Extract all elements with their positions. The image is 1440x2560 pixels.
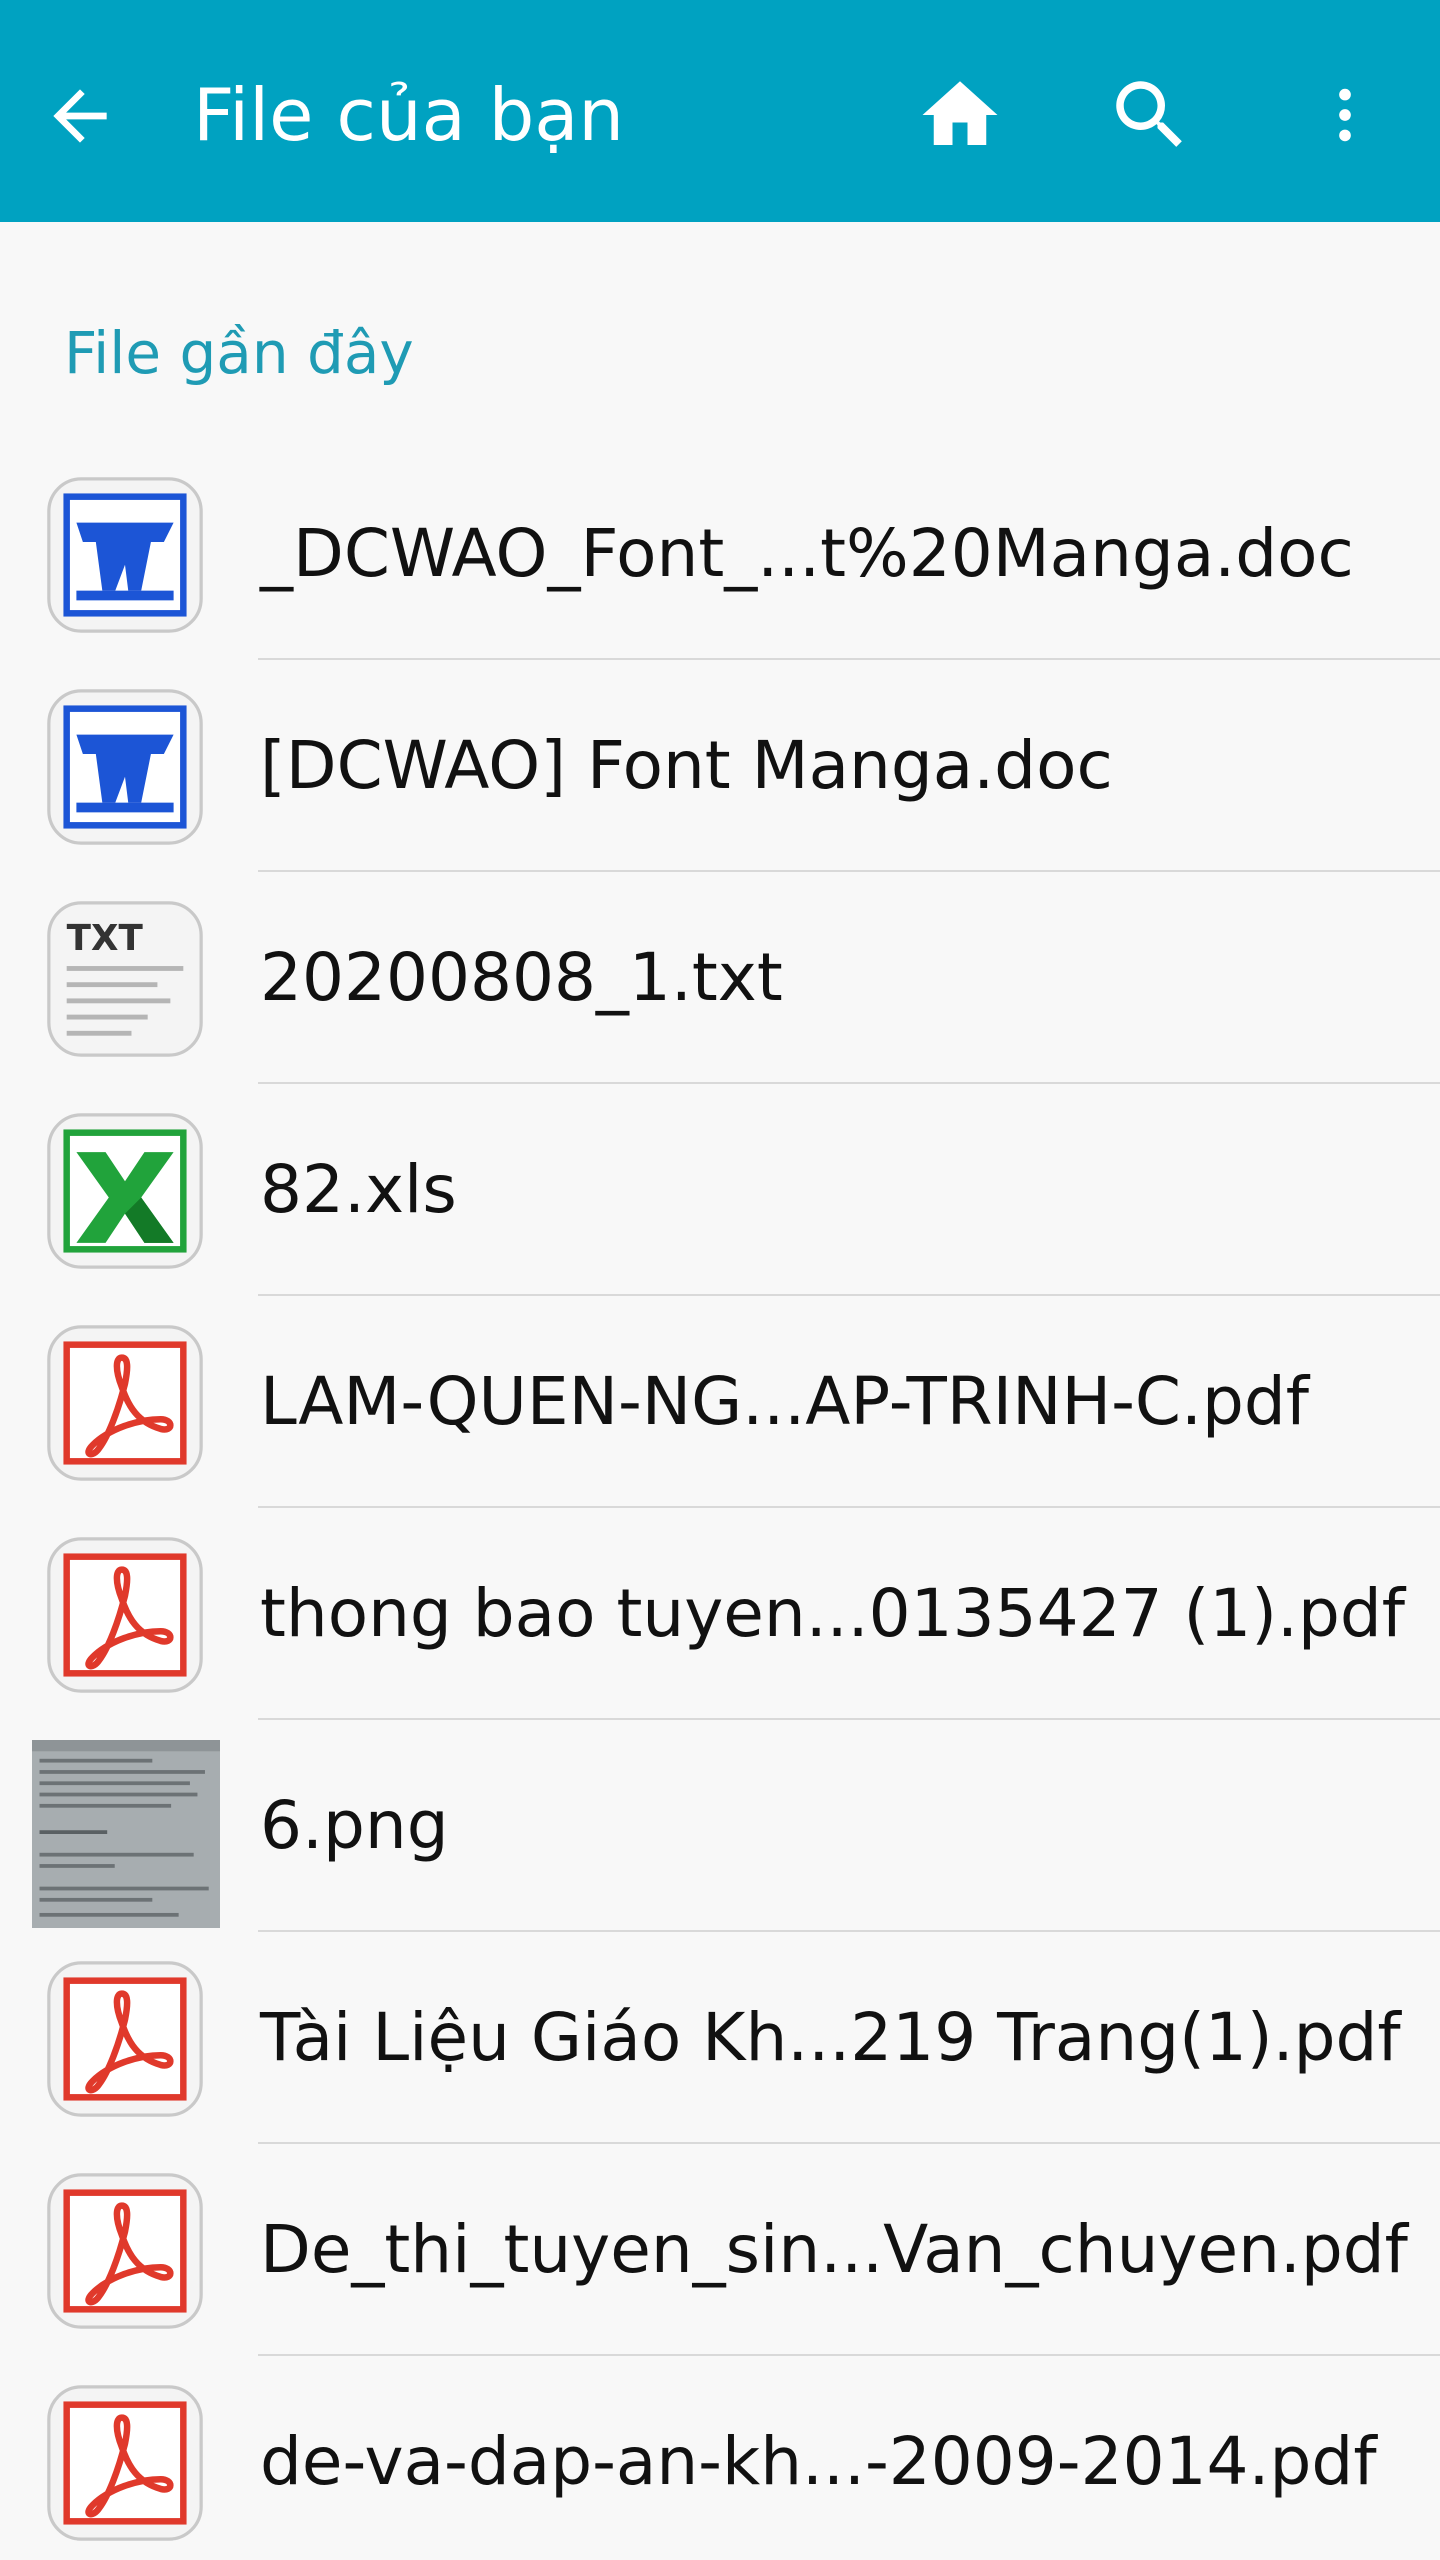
pdf-file-icon <box>44 1322 206 1484</box>
image-thumbnail <box>32 1740 220 1928</box>
text-file-icon: TXT <box>44 898 206 1060</box>
file-name: 20200808_1.txt <box>260 939 783 1016</box>
file-name: de-va-dap-an-kh...-2009-2014.pdf <box>260 2423 1377 2500</box>
list-item[interactable]: _DCWAO_Font_...t%20Manga.doc <box>0 448 1440 660</box>
list-item[interactable]: TXT 20200808_1.txt <box>0 872 1440 1084</box>
file-name: thong bao tuyen...0135427 (1).pdf <box>260 1575 1406 1652</box>
pdf-file-icon <box>44 1534 206 1696</box>
page-title: File của bạn <box>193 73 625 157</box>
recent-files-list: _DCWAO_Font_...t%20Manga.doc [DCWAO] Fon… <box>0 448 1440 2560</box>
pdf-file-icon <box>44 2170 206 2332</box>
recent-files-header: File gần đây <box>64 319 414 387</box>
file-name: De_thi_tuyen_sin...Van_chuyen.pdf <box>260 2211 1408 2288</box>
pdf-file-icon <box>44 1958 206 2120</box>
list-item[interactable]: 82.xls <box>0 1084 1440 1296</box>
back-arrow-icon[interactable] <box>40 76 120 156</box>
list-item[interactable]: De_thi_tuyen_sin...Van_chuyen.pdf <box>0 2144 1440 2356</box>
list-item[interactable]: Tài Liệu Giáo Kh...219 Trang(1).pdf <box>0 1932 1440 2144</box>
list-item[interactable]: thong bao tuyen...0135427 (1).pdf <box>0 1508 1440 1720</box>
file-name: Tài Liệu Giáo Kh...219 Trang(1).pdf <box>260 1999 1401 2076</box>
list-item[interactable]: 6.png <box>0 1720 1440 1932</box>
file-name: _DCWAO_Font_...t%20Manga.doc <box>260 515 1354 592</box>
file-name: 6.png <box>260 1787 449 1864</box>
txt-icon-label: TXT <box>67 918 144 959</box>
word-file-icon <box>44 474 206 636</box>
more-vert-icon[interactable] <box>1310 70 1380 160</box>
home-icon[interactable] <box>910 70 1010 160</box>
list-item[interactable]: [DCWAO] Font Manga.doc <box>0 660 1440 872</box>
app-bar: File của bạn <box>0 0 1440 222</box>
list-item[interactable]: LAM-QUEN-NG...AP-TRINH-C.pdf <box>0 1296 1440 1508</box>
word-file-icon <box>44 686 206 848</box>
list-item[interactable]: de-va-dap-an-kh...-2009-2014.pdf <box>0 2356 1440 2560</box>
file-name: LAM-QUEN-NG...AP-TRINH-C.pdf <box>260 1363 1310 1440</box>
file-name: 82.xls <box>260 1151 457 1228</box>
excel-file-icon <box>44 1110 206 1272</box>
search-icon[interactable] <box>1105 70 1195 160</box>
pdf-file-icon <box>44 2382 206 2544</box>
file-name: [DCWAO] Font Manga.doc <box>260 727 1113 804</box>
